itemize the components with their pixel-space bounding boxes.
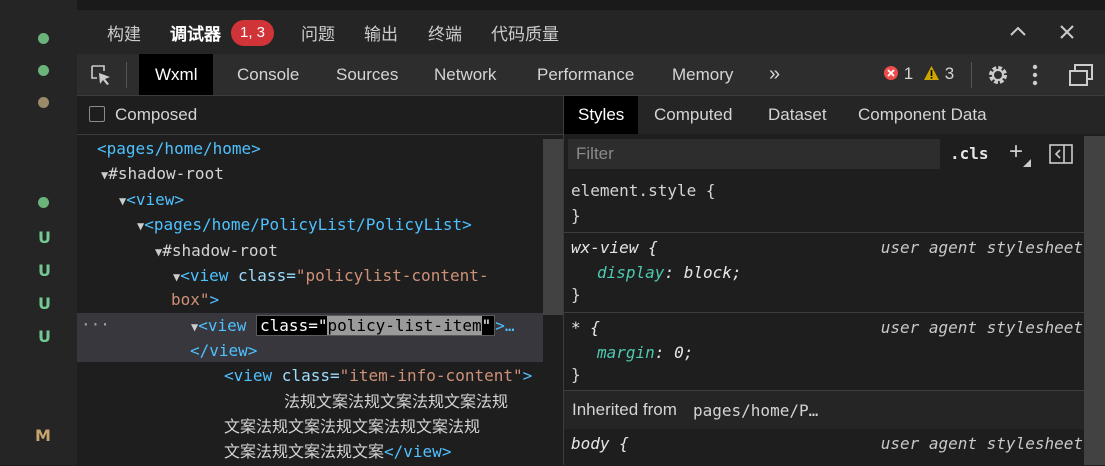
rule-selector[interactable]: wx-view {: [571, 238, 658, 257]
tree-node-wrap: box">: [171, 290, 220, 309]
warning-icon: [924, 66, 939, 80]
tab-code-quality[interactable]: 代码质量: [491, 20, 559, 45]
bottom-panel-tabs: 构建 调试器 1, 3 问题 输出 终端 代码质量: [77, 10, 1105, 54]
tab-memory[interactable]: Memory: [672, 54, 733, 95]
rule-selector[interactable]: element.style {: [571, 181, 716, 200]
close-icon[interactable]: [1057, 22, 1077, 48]
tab-debugger[interactable]: 调试器: [170, 20, 221, 45]
styles-scrollbar-thumb[interactable]: [1084, 136, 1105, 465]
tree-node-close: </view>: [190, 341, 258, 360]
tab-styles[interactable]: Styles: [564, 96, 639, 134]
styles-filter-row: Filter .cls +: [564, 134, 1105, 178]
tree-text-node: 文案法规文案法规文案法规文案法规: [224, 417, 481, 436]
tree-node[interactable]: ▼#shadow-root: [155, 241, 278, 260]
inherited-header: Inherited from pages/home/P…: [564, 390, 1084, 429]
top-strip: [77, 0, 1105, 10]
git-untracked-mark: U: [38, 327, 51, 346]
style-declaration[interactable]: margin: 0;: [597, 343, 693, 362]
divider: [971, 62, 972, 88]
rule-close: }: [571, 365, 581, 384]
more-vertical-icon[interactable]: [1032, 64, 1038, 91]
divider: [126, 62, 127, 88]
rule-close: }: [571, 285, 581, 304]
selected-tree-node[interactable]: ▼<view class="policy-list-item" >…: [191, 315, 515, 336]
status-dot: [38, 65, 49, 76]
tree-node[interactable]: ▼<view>: [119, 190, 184, 209]
rule-selector[interactable]: * {: [571, 318, 600, 337]
git-untracked-mark: U: [38, 294, 51, 313]
style-declaration[interactable]: display: block;: [597, 263, 742, 282]
tab-performance[interactable]: Performance: [537, 54, 634, 95]
tab-computed[interactable]: Computed: [654, 96, 732, 134]
rule-close: }: [571, 206, 581, 225]
tab-network[interactable]: Network: [434, 54, 496, 95]
rule-divider: [564, 232, 1084, 233]
tree-node[interactable]: <view class="item-info-content">: [224, 366, 532, 385]
tree-text-node: 法规文案法规文案法规文案法规: [284, 392, 509, 411]
attribute-edit-box[interactable]: class="policy-list-item": [256, 315, 496, 336]
tree-node[interactable]: <pages/home/home>: [97, 139, 261, 158]
cls-toggle[interactable]: .cls: [950, 144, 989, 163]
element-picker-icon[interactable]: [89, 63, 113, 87]
error-icon: [884, 66, 898, 80]
git-untracked-mark: U: [38, 228, 51, 247]
wxml-tree: <pages/home/home> ▼#shadow-root ▼<view> …: [77, 134, 563, 466]
toggle-sidebar-icon[interactable]: [1049, 144, 1073, 169]
tree-scrollbar-thumb[interactable]: [543, 139, 563, 315]
tab-dataset[interactable]: Dataset: [768, 96, 827, 134]
editor-gutter: U U U U M: [0, 0, 77, 465]
tree-node[interactable]: ▼#shadow-root: [101, 164, 224, 183]
inherited-label: Inherited from: [572, 400, 677, 419]
rule-source: user agent stylesheet: [880, 238, 1083, 257]
gear-icon[interactable]: [986, 63, 1010, 92]
git-modified-mark: M: [35, 426, 51, 445]
rule-divider: [564, 312, 1084, 313]
inherited-from-link[interactable]: pages/home/P…: [693, 401, 818, 420]
rule-source: user agent stylesheet: [880, 318, 1083, 337]
composed-toggle[interactable]: Composed: [89, 105, 197, 125]
status-dot: [38, 33, 49, 44]
tab-console[interactable]: Console: [237, 54, 299, 95]
styles-tabs: Styles Computed Dataset Component Data: [564, 96, 1105, 134]
styles-panel: Styles Computed Dataset Component Data F…: [564, 96, 1105, 465]
tree-node[interactable]: ▼<pages/home/PolicyList/PolicyList>: [137, 215, 472, 234]
error-counter[interactable]: 1: [883, 64, 913, 84]
error-count: 1: [903, 64, 914, 83]
tab-sources[interactable]: Sources: [336, 54, 398, 95]
tree-text-node: 文案法规文案法规文案</view>: [224, 442, 452, 461]
debugger-count-badge: 1, 3: [231, 20, 275, 46]
warning-count: 3: [944, 64, 955, 83]
tab-problems[interactable]: 问题: [301, 20, 335, 45]
chevron-up-icon[interactable]: [1008, 22, 1028, 48]
tab-terminal[interactable]: 终端: [428, 20, 462, 45]
new-rule-button[interactable]: +: [1009, 138, 1032, 167]
git-untracked-mark: U: [38, 261, 51, 280]
tab-component-data[interactable]: Component Data: [858, 96, 987, 134]
tab-build[interactable]: 构建: [107, 20, 141, 45]
rule-source: user agent stylesheet: [880, 434, 1083, 453]
more-tabs-button[interactable]: »: [769, 54, 780, 95]
filter-input[interactable]: Filter: [568, 139, 940, 169]
composed-checkbox[interactable]: [89, 106, 105, 122]
status-dot: [38, 197, 49, 208]
rule-selector[interactable]: body {: [571, 434, 629, 453]
status-dot: [38, 97, 49, 108]
debugger-panel: 构建 调试器 1, 3 问题 输出 终端 代码质量 Wxml Console S…: [77, 0, 1105, 466]
warning-counter[interactable]: 3: [923, 64, 954, 84]
undock-icon[interactable]: [1068, 63, 1094, 92]
tree-node[interactable]: ▼<view class="policylist-content-: [173, 266, 488, 285]
node-actions-ellipsis[interactable]: ···: [81, 315, 110, 334]
wxml-tree-panel: Composed <pages/home/home> ▼#shadow-root…: [77, 96, 564, 466]
devtools-tabs: Wxml Console Sources Network Performance…: [77, 54, 1105, 96]
tab-wxml[interactable]: Wxml: [139, 54, 214, 95]
tab-output[interactable]: 输出: [364, 20, 398, 45]
